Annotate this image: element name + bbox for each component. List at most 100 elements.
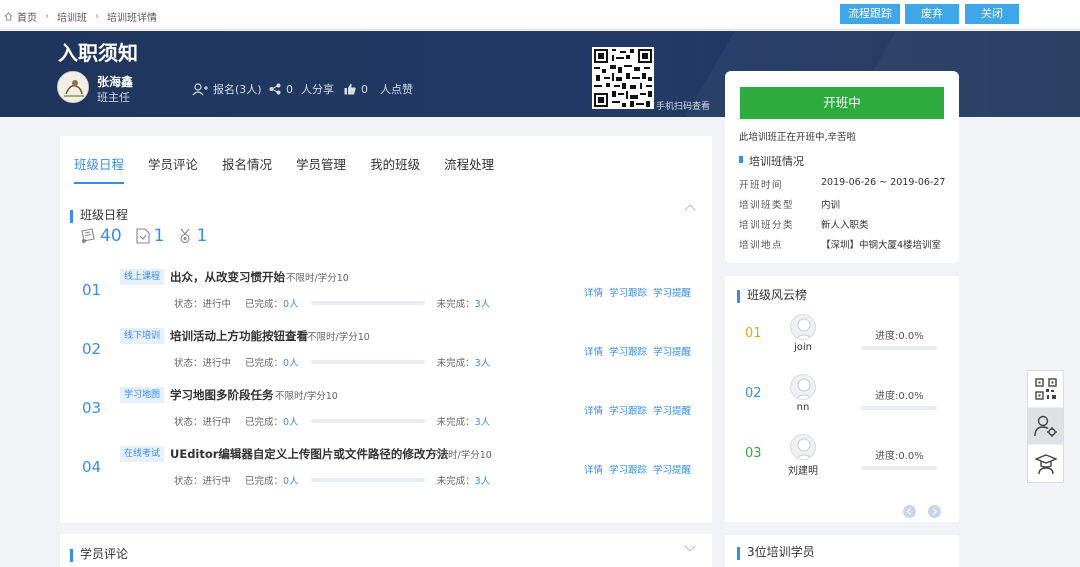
lesson-title[interactable]: 出众，从改变习惯开始	[170, 269, 285, 285]
count-value: 40	[100, 226, 122, 246]
lesson-meta: 不限时/学分10	[307, 332, 370, 343]
undone-label: 未完成：	[436, 476, 475, 487]
default-avatar-icon	[795, 378, 813, 399]
student-progress-bar	[861, 466, 937, 470]
medal-icon	[180, 228, 191, 244]
student-avatar	[790, 374, 816, 400]
tab-workflow[interactable]: 流程处理	[444, 136, 494, 184]
lesson-meta: 不限时/学分10	[286, 273, 349, 284]
undone-label: 未完成：	[436, 417, 475, 428]
signup-stat[interactable]: 报名(3人)	[192, 81, 262, 97]
count-value: 1	[196, 226, 208, 246]
lesson-status-row: 状态：进行中 已完成： 0人 未完成： 3人	[174, 355, 490, 369]
undone-count: 3人	[474, 476, 491, 487]
lesson-meta: 不限时/学分10	[275, 391, 338, 402]
comments-section: 学员评论	[60, 534, 712, 567]
undone-count: 3人	[474, 299, 491, 310]
student-progress: 进度:0.0%	[875, 331, 924, 342]
user-settings-tool-button[interactable]	[1028, 408, 1063, 445]
done-count: 0人	[283, 417, 299, 428]
teacher-role: 班主任	[97, 91, 130, 104]
info-value: 新人入职类	[821, 220, 869, 231]
lesson-row: 04 在线考试 UEditor编辑器自定义上传图片或文件路径的修改方法 不限时/…	[60, 440, 712, 498]
info-row: 培训班类型 内训	[739, 197, 840, 211]
tab-comments[interactable]: 学员评论	[148, 136, 198, 184]
lesson-title[interactable]: 培训活动上方功能按钮查看	[170, 328, 308, 344]
discard-button[interactable]: 废弃	[905, 4, 959, 24]
done-label: 已完成：	[245, 299, 284, 310]
count-item: 1	[136, 226, 165, 246]
track-link[interactable]: 学习跟踪	[609, 465, 647, 476]
lesson-type-tag: 学习地图	[120, 387, 165, 403]
lesson-row: 03 学习地图 学习地图多阶段任务 不限时/学分10 状态：进行中 已完成： 0…	[60, 381, 712, 439]
course-title: 入职须知	[58, 41, 138, 65]
lesson-number: 02	[82, 340, 102, 358]
count-value: 1	[153, 226, 165, 246]
done-label: 已完成：	[245, 476, 284, 487]
detail-link[interactable]: 详情	[584, 406, 603, 417]
prev-page-button[interactable]	[903, 505, 916, 518]
info-key: 培训班类型	[739, 200, 795, 211]
remind-link[interactable]: 学习提醒	[653, 465, 691, 476]
info-key: 培训地点	[739, 240, 784, 251]
graduate-tool-button[interactable]	[1028, 445, 1063, 482]
info-value: 2019-06-26 ~ 2019-06-27	[821, 177, 946, 188]
qr-tool-button[interactable]	[1028, 371, 1063, 408]
track-link[interactable]: 学习跟踪	[609, 347, 647, 358]
rank-number: 02	[745, 386, 762, 401]
lesson-status-row: 状态：进行中 已完成： 0人 未完成： 3人	[174, 473, 490, 487]
share-icon	[269, 83, 281, 95]
breadcrumb-home[interactable]: 首页	[17, 9, 37, 24]
remind-link[interactable]: 学习提醒	[653, 406, 691, 417]
track-link[interactable]: 学习跟踪	[609, 288, 647, 299]
track-link[interactable]: 学习跟踪	[609, 406, 647, 417]
info-key: 培训班分类	[739, 220, 795, 231]
remind-link[interactable]: 学习提醒	[653, 347, 691, 358]
detail-link[interactable]: 详情	[584, 347, 603, 358]
info-row: 开班时间 2019-06-26 ~ 2019-06-27	[739, 177, 945, 191]
lesson-progress-bar	[310, 360, 425, 364]
lesson-actions: 详情 学习跟踪 学习提醒	[584, 403, 697, 417]
class-info-title: 培训班情况	[739, 153, 804, 169]
tab-my-class[interactable]: 我的班级	[370, 136, 420, 184]
detail-link[interactable]: 详情	[584, 288, 603, 299]
share-stat[interactable]: 0 人分享	[269, 81, 334, 97]
class-open-button[interactable]: 开班中	[740, 87, 944, 119]
detail-link[interactable]: 详情	[584, 465, 603, 476]
breadcrumb-class[interactable]: 培训班	[57, 9, 87, 24]
lesson-title[interactable]: 学习地图多阶段任务	[170, 387, 274, 403]
close-button[interactable]: 关闭	[965, 4, 1019, 24]
like-stat[interactable]: 0 人点赞	[344, 81, 413, 97]
remind-link[interactable]: 学习提醒	[653, 288, 691, 299]
teacher-avatar	[57, 71, 89, 103]
lesson-status: 状态：进行中	[174, 299, 232, 310]
leaderboard-row: 03 刘建明 进度:0.0%	[725, 432, 959, 492]
next-page-button[interactable]	[928, 505, 941, 518]
share-label: 人分享	[301, 83, 334, 96]
lesson-actions: 详情 学习跟踪 学习提醒	[584, 285, 697, 299]
tab-schedule[interactable]: 班级日程	[74, 136, 125, 184]
lesson-title[interactable]: UEditor编辑器自定义上传图片或文件路径的修改方法	[170, 446, 448, 462]
floating-toolbar	[1027, 370, 1064, 483]
undone-label: 未完成：	[436, 358, 475, 369]
qr-code-icon	[1034, 378, 1057, 400]
tab-signup[interactable]: 报名情况	[222, 136, 272, 184]
tab-student-management[interactable]: 学员管理	[296, 136, 346, 184]
count-item: 40	[80, 226, 122, 246]
students-card: 3位培训学员	[725, 535, 959, 567]
rank-number: 03	[745, 446, 762, 461]
main-panel: 班级日程 学员评论 报名情况 学员管理 我的班级 流程处理 班级日程 40 1 …	[60, 136, 712, 523]
lesson-progress-bar	[310, 419, 425, 423]
collapse-chevron-icon[interactable]	[684, 204, 696, 216]
student-avatar	[790, 434, 816, 460]
lesson-progress-bar	[310, 301, 425, 305]
lesson-status: 状态：进行中	[174, 417, 232, 428]
expand-chevron-icon[interactable]	[684, 540, 696, 552]
lesson-status: 状态：进行中	[174, 476, 232, 487]
lesson-actions: 详情 学习跟踪 学习提醒	[584, 462, 697, 476]
flow-track-button[interactable]: 流程跟踪	[840, 4, 900, 24]
home-icon	[4, 12, 13, 21]
leaderboard-row: 02 nn 进度:0.0%	[725, 372, 959, 432]
student-avatar	[790, 314, 816, 340]
top-bar: 首页 › 培训班 › 培训班详情 流程跟踪 废弃 关闭	[0, 0, 1080, 30]
